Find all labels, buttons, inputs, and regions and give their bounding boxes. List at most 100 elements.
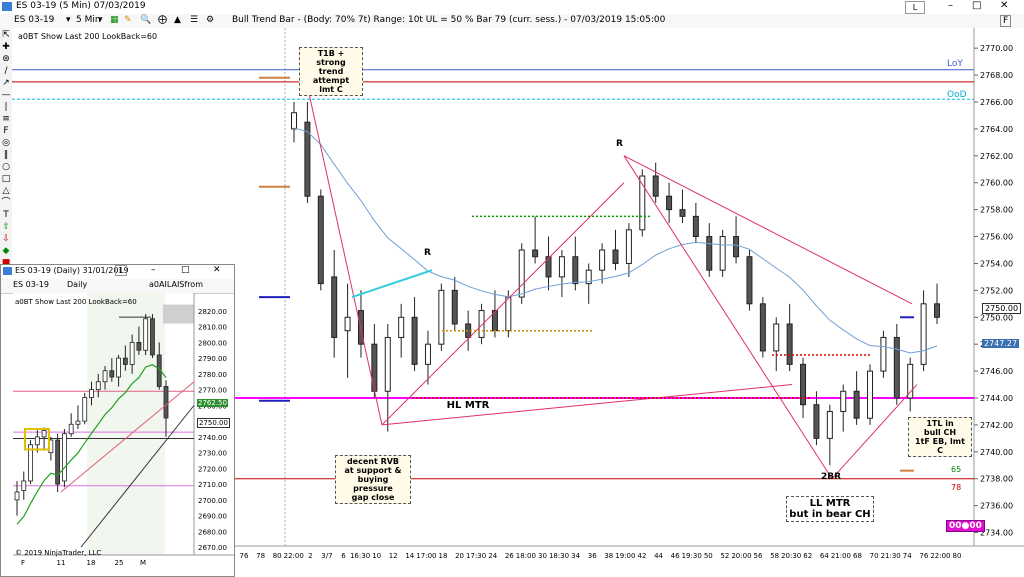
x-tick-label: 36 [588,552,597,560]
line-tool-icon[interactable]: ∕ [1,66,11,76]
candle-body [652,175,659,197]
ray-tool-icon[interactable]: ↗ [1,78,11,88]
x-tick-label: 2 [308,552,312,560]
annotation-1tl-bull: 1TL in bull CH 1tF EB, lmt C [908,417,972,457]
x-tick-label: 64 [820,552,829,560]
x-tick-label: 56 [754,552,763,560]
daily-instrument[interactable]: ES 03-19 [13,280,49,289]
bar-number-78: 78 [951,483,962,492]
chevron-down-icon[interactable]: ▾ [98,15,103,25]
x-tick-label: 52 [720,552,729,560]
crosshair-icon[interactable]: ⨁ [158,15,167,25]
close-icon[interactable]: ✕ [1000,0,1008,11]
candle-body [867,370,874,419]
x-tick-label: 16:30 [350,552,370,560]
fib-ext-tool-icon[interactable]: F [1,126,11,136]
x-tick-label: 18:30 [549,552,569,560]
daily-chart-window[interactable]: ES 03-19 (Daily) 31/01/2019 L – □ ✕ ES 0… [0,264,235,577]
daily-candle-body [89,389,94,398]
crosshair-tool-icon[interactable]: ✚ [1,42,11,52]
candle-body [786,323,793,365]
copyright: © 2019 NinjaTrader, LLC [15,549,102,557]
rectangle-tool-icon[interactable]: □ [1,174,11,184]
daily-y-tick-label: 2730.00 [198,450,227,458]
daily-interval[interactable]: Daily [67,280,87,289]
x-tick-label: 70 [870,552,879,560]
daily-y-tick-label: 2670.00 [198,544,227,552]
x-tick-label: 30 [538,552,547,560]
x-tick-label: 22:00 [930,552,950,560]
x-tick-label: 12 [389,552,398,560]
instrument-selector[interactable]: ES 03-19 [14,15,54,25]
candle-body [612,249,619,264]
daily-y-tick-label: 2690.00 [198,513,227,521]
x-tick-label: 3/7 [321,552,332,560]
minimize-icon[interactable]: – [151,265,156,275]
bar-type-icon[interactable]: ▦ [110,15,119,25]
arc-tool-icon[interactable]: ⌒ [1,198,11,208]
candle-body [773,323,780,352]
candle-body [518,249,525,298]
y-tick-label: 2762.00 [980,152,1013,161]
maximize-icon[interactable]: □ [972,0,981,11]
strategies-icon[interactable]: ⚙ [206,15,214,25]
gann-tool-icon[interactable]: ◎ [1,138,11,148]
daily-y-tick-label: 2790.00 [198,355,227,363]
daily-candle-body [75,420,81,425]
daily-candle-body [122,357,128,365]
link-button[interactable]: L [905,1,925,14]
daily-candle-body [95,381,101,391]
loy-label: LoY [947,59,963,69]
daily-candle-body [150,318,155,356]
daily-price-chart[interactable]: 2820.00 2810.00 2800.00 2790.00 2780.00 2770.… [1,293,234,576]
daily-indicator-label: a0BT Show Last 200 LookBack=60 [15,298,137,306]
daily-window-title: ES 03-19 (Daily) 31/01/2019 [15,266,129,275]
y-tick-label: 2758.00 [980,206,1013,215]
text-tool-icon[interactable]: T [1,210,11,220]
x-tick-label: 50 [704,552,713,560]
zoom-icon[interactable]: 🔍 [140,15,151,25]
arrow-down-tool-icon[interactable]: ⇩ [1,234,11,244]
properties-icon[interactable]: ☰ [190,15,198,25]
ellipse-tool-icon[interactable]: ○ [1,162,11,172]
daily-link-button[interactable]: L [115,265,128,276]
diamond-tool-icon[interactable]: ◆ [1,246,11,256]
f-button[interactable]: F [1000,15,1012,27]
candle-body [331,276,338,338]
maximize-icon[interactable]: □ [181,265,190,275]
close-icon[interactable]: ✕ [213,265,221,275]
daily-candle-body [21,480,27,491]
pencil-icon[interactable]: ✎ [124,15,132,25]
hline-tool-icon[interactable]: — [1,90,11,100]
y-tick-label: 2734.00 [980,529,1013,538]
drawing-tool-icon[interactable]: ▲ [174,15,181,25]
fib-tool-icon[interactable]: ≡ [1,114,11,124]
candle-body [706,236,713,271]
x-tick-label: 80 [953,552,962,560]
interval-selector[interactable]: 5 Min [76,15,101,25]
y-tick-label: 2760.00 [980,179,1013,188]
arrow-up-tool-icon[interactable]: ⇧ [1,222,11,232]
daily-candle-body [116,357,121,378]
cursor-icon[interactable]: ⇱ [1,30,11,40]
daily-x-tick-label: 25 [115,559,124,567]
daily-candle-body [163,386,169,419]
daily-candle-body [143,318,149,351]
r-label-top: R [616,139,623,149]
chevron-down-icon[interactable]: ▾ [66,15,71,25]
daily-y-tick-label: 2700.00 [198,497,227,505]
minimize-icon[interactable]: – [948,0,953,11]
candle-body [719,236,726,271]
daily-toolbar: ES 03-19 Daily a0AILAISfrom [1,279,234,294]
vline-tool-icon[interactable]: | [1,102,11,112]
x-tick-label: 21:00 [831,552,851,560]
channel-tool-icon[interactable]: ‖ [1,150,11,160]
daily-ema-price-tag: 2762.50 [197,399,228,407]
zoom-tool-icon[interactable]: ⊛ [1,54,11,64]
daily-x-tick-label: F [21,559,25,567]
bar-info-text: Bull Trend Bar - (Body: 70% 7t) Range: 1… [232,15,666,25]
triangle-tool-icon[interactable]: △ [1,186,11,196]
x-tick-label: 74 [903,552,912,560]
daily-last-price-tag: 2750.00 [197,418,230,428]
x-tick-label: 38 [604,552,613,560]
